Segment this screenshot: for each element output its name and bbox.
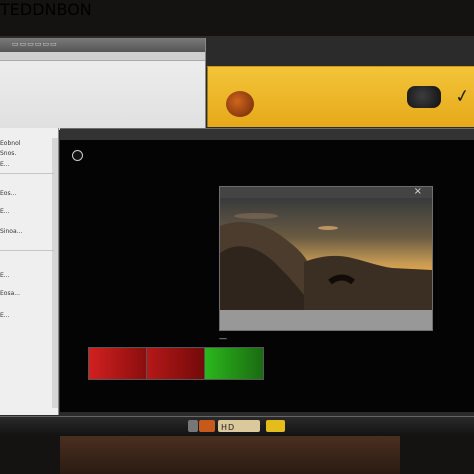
sidebar: Eobnol Snos. E... Eos... E... Sinoa... E… <box>0 128 59 415</box>
thumbnail-3[interactable] <box>204 347 264 380</box>
taskbar: HD <box>0 416 474 437</box>
window-toolbar <box>0 52 205 61</box>
camera-icon[interactable] <box>407 86 441 108</box>
thumbnail-1[interactable] <box>88 347 147 380</box>
sidebar-item[interactable]: Snos. <box>0 150 16 157</box>
fruit-icon[interactable] <box>226 91 254 117</box>
taskbar-icon-1[interactable] <box>188 420 198 432</box>
page-heading: TEDDNBON <box>0 0 92 19</box>
sidebar-item[interactable]: E... <box>0 161 10 168</box>
overlay-label: — <box>219 334 227 343</box>
video-frame <box>220 198 432 310</box>
window-titlebar: ▭▭▭▭▭▭ <box>0 38 205 52</box>
taskbar-label: HD <box>221 423 236 432</box>
record-button[interactable] <box>72 150 83 161</box>
thumbnail-2[interactable] <box>146 347 205 380</box>
sidebar-item[interactable]: Eobnol <box>0 140 20 147</box>
monitor-stand <box>60 436 400 474</box>
sidebar-item[interactable]: Eos... <box>0 190 16 197</box>
sidebar-item[interactable]: E... <box>0 272 10 279</box>
sidebar-item[interactable]: E... <box>0 208 10 215</box>
sidebar-scrollbar[interactable] <box>52 138 58 408</box>
sidebar-separator <box>0 173 54 174</box>
sidebar-item[interactable]: Sinoa... <box>0 228 22 235</box>
close-icon[interactable]: × <box>414 186 422 197</box>
taskbar-icon-3[interactable] <box>266 420 285 432</box>
sidebar-item[interactable]: Eosa... <box>0 290 20 297</box>
video-titlebar: × <box>220 186 432 198</box>
browser-window: ▭▭▭▭▭▭ <box>0 38 206 130</box>
taskbar-icon-2[interactable] <box>199 420 215 432</box>
sidebar-separator <box>0 250 54 251</box>
window-caption: ▭▭▭▭▭▭ <box>12 40 58 48</box>
video-window[interactable]: × <box>219 186 433 331</box>
landscape-image <box>220 213 432 310</box>
sidebar-item[interactable]: E... <box>0 312 10 319</box>
